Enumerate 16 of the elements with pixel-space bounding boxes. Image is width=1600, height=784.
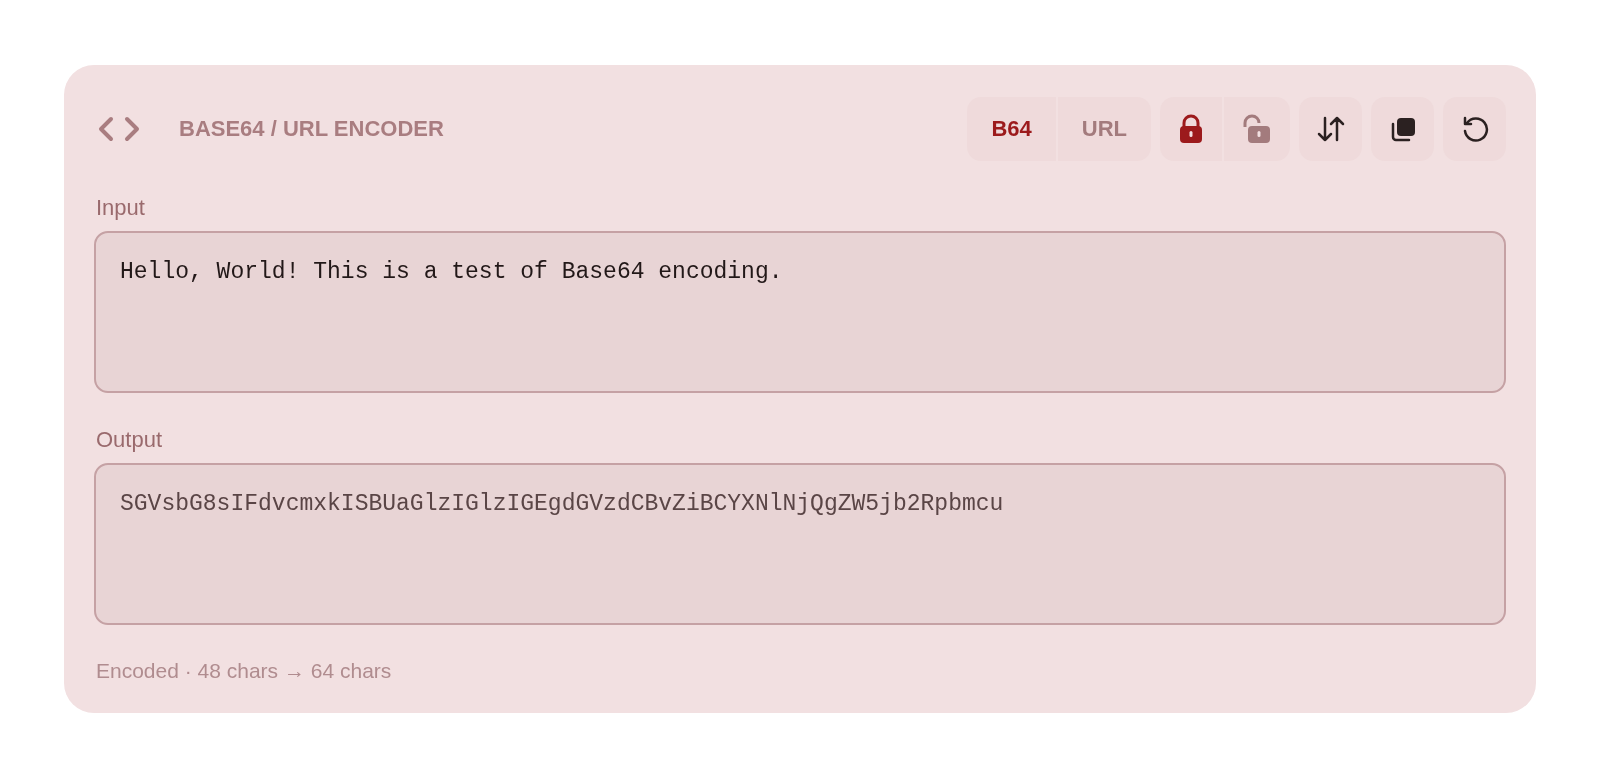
copy-button[interactable] xyxy=(1371,97,1434,161)
output-field[interactable]: SGVsbG8sIFdvcmxkISBUaGlzIGlzIGEgdGVzdCBvZiBCYXNlNjQgZW5jb2Rpbmcu xyxy=(94,463,1506,625)
unlock-icon xyxy=(1242,114,1272,144)
lock-button[interactable] xyxy=(1160,97,1222,161)
app-title: BASE64 / URL ENCODER xyxy=(179,116,444,142)
code-icon xyxy=(98,116,140,142)
unlock-button[interactable] xyxy=(1224,97,1290,161)
swap-icon xyxy=(1316,115,1345,143)
status-text: Encoded · 48 chars → 64 chars xyxy=(96,659,393,683)
swap-button[interactable] xyxy=(1299,97,1362,161)
input-field[interactable]: Hello, World! This is a test of Base64 encoding. xyxy=(94,231,1506,393)
mode-tab[interactable]: B64 xyxy=(967,97,1056,161)
field-label: Output xyxy=(96,427,164,453)
lock-icon xyxy=(1178,114,1204,144)
reset-button[interactable] xyxy=(1443,97,1506,161)
field-label: Input xyxy=(96,195,146,221)
